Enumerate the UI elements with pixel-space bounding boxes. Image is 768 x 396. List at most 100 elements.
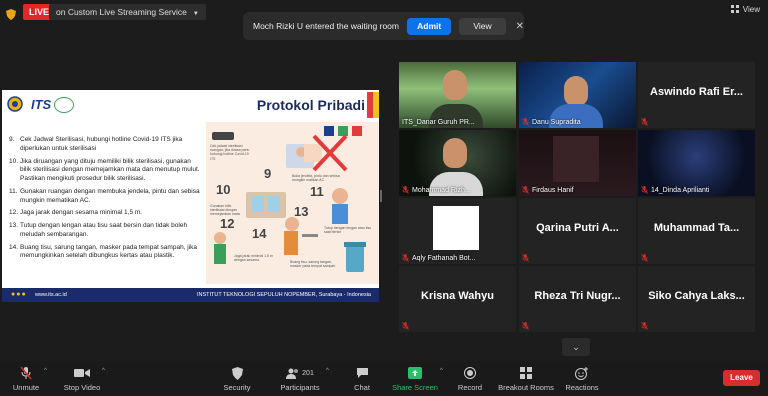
participant-name: Mohammad Rizh... [412, 186, 471, 194]
participant-face [443, 138, 467, 168]
mic-off-icon [522, 254, 529, 262]
breakout-rooms-button[interactable]: Breakout Rooms [498, 366, 554, 392]
mic-off-icon [402, 254, 409, 262]
record-button[interactable]: Record [456, 366, 484, 392]
info-note: Cek jadwal sterilisasi ruangan, jika dir… [210, 144, 250, 161]
title-accent-yellow [373, 92, 379, 118]
mic-off-icon [402, 322, 409, 330]
list-item: 10. Jika diruangan yang dituju memiliki b… [9, 157, 200, 183]
view-waiting-room-button[interactable]: View [459, 17, 506, 35]
info-number: 14 [252, 226, 267, 241]
participant-tile[interactable]: Krisna Wahyu [399, 266, 516, 332]
participants-label: Participants [280, 383, 320, 392]
list-item: 12. Jaga jarak dengan sesama minimal 1,5 … [9, 209, 143, 217]
participant-name-label [641, 118, 651, 126]
mic-off-icon [10, 366, 42, 380]
breakout-rooms-label: Breakout Rooms [498, 383, 554, 392]
participant-tile[interactable]: Danu Supradita [519, 62, 636, 128]
chevron-down-icon: ⌄ [572, 342, 580, 352]
participant-tile[interactable]: Aqly Fathanah Bot... [399, 198, 516, 264]
info-note: Tutup dengan lengan atau tisu saat bersi… [324, 226, 372, 235]
participant-tile[interactable]: Firdaus Hanif [519, 130, 636, 196]
participant-name-label: Aqly Fathanah Bot... [402, 254, 475, 262]
meeting-toolbar: Unmute ^ Stop Video ^ Security 201 Parti… [0, 361, 768, 396]
security-button[interactable]: Security [220, 366, 254, 392]
participant-video-frame [553, 136, 599, 182]
waiting-room-notification: Moch Rizki U entered the waiting room Ad… [243, 12, 524, 40]
admit-button[interactable]: Admit [406, 17, 452, 35]
more-participants-button[interactable]: ⌄ [562, 338, 590, 356]
stream-target-dropdown[interactable]: on Custom Live Streaming Service ▼ [49, 4, 206, 20]
shield-icon[interactable] [6, 7, 16, 20]
its-logo-icon [7, 96, 29, 112]
participant-display-name: Aswindo Rafi Er... [650, 86, 743, 98]
close-icon[interactable]: ✕ [516, 21, 524, 32]
participants-count: 201 [302, 369, 314, 377]
participant-tile[interactable]: 14_Dinda Aprilianti [638, 130, 755, 196]
participant-tile[interactable]: ITS_Danar Guruh PR... [399, 62, 516, 128]
participants-options-caret[interactable]: ^ [326, 368, 329, 374]
participant-face [443, 70, 467, 100]
participants-icon-wrap: 201 [276, 366, 324, 380]
leave-button[interactable]: Leave [723, 370, 760, 386]
view-layout-button[interactable]: View [730, 4, 760, 16]
mic-off-icon [641, 186, 648, 194]
security-label: Security [223, 383, 251, 392]
slide-title: Protokol Pribadi [256, 97, 365, 113]
participant-name: 14_Dinda Aprilianti [651, 186, 710, 194]
participant-face [564, 76, 588, 106]
info-number: 10 [216, 182, 231, 197]
notification-text: Moch Rizki U entered the waiting room [253, 21, 399, 31]
shield-icon [220, 366, 254, 380]
footer-institution: INSTITUT TEKNOLOGI SEPULUH NOPEMBER, Sur… [196, 292, 371, 298]
share-screen-label: Share Screen [392, 383, 438, 392]
info-number: 12 [220, 216, 235, 231]
info-note: Jaga jarak minimal 1,5 m dengan sesama [234, 254, 273, 263]
participant-name: Firdaus Hanif [532, 186, 574, 194]
participants-icon [286, 368, 299, 379]
stop-video-button[interactable]: Stop Video [60, 366, 104, 392]
participants-button[interactable]: 201 Participants [276, 366, 324, 392]
grid-icon [730, 5, 739, 13]
participant-tile[interactable]: Aswindo Rafi Er... [638, 62, 755, 128]
reactions-label: Reactions [565, 383, 599, 392]
participant-tile[interactable]: Qarina Putri A... [519, 198, 636, 264]
participant-video-frame [433, 206, 479, 250]
protocol-infographic: Cek jadwal sterilisasi ruangan, jika dir… [206, 122, 379, 284]
participant-display-name: Siko Cahya Laks... [648, 290, 745, 302]
zoom-meeting-window: LIVE on Custom Live Streaming Service ▼ V… [0, 0, 768, 396]
video-options-caret[interactable]: ^ [102, 368, 105, 374]
participant-name-label: Mohammad Rizh... [402, 186, 471, 194]
participant-name-label [522, 322, 532, 330]
info-number: 11 [310, 184, 324, 199]
partner-logo-icon [54, 97, 74, 113]
mic-off-icon [641, 118, 648, 126]
participant-name-label: 14_Dinda Aprilianti [641, 186, 709, 194]
mic-off-icon [522, 186, 529, 194]
info-note: Gunakan bilik sterilisasi dengan memejam… [210, 204, 240, 217]
breakout-rooms-icon [498, 366, 554, 380]
share-screen-button[interactable]: Share Screen [392, 366, 438, 392]
participant-tile[interactable]: Mohammad Rizh... [399, 130, 516, 196]
unmute-button[interactable]: Unmute [10, 366, 42, 392]
mic-off-icon [522, 322, 529, 330]
share-options-caret[interactable]: ^ [440, 368, 443, 374]
unmute-options-caret[interactable]: ^ [44, 368, 47, 374]
mic-off-icon [522, 118, 529, 126]
mic-off-icon [641, 254, 648, 262]
unmute-label: Unmute [12, 383, 40, 392]
participant-tile[interactable]: Siko Cahya Laks... [638, 266, 755, 332]
reactions-button[interactable]: Reactions [564, 366, 600, 392]
participant-tile[interactable]: Rheza Tri Nugr... [519, 266, 636, 332]
chat-button[interactable]: Chat [350, 366, 374, 392]
participant-name: Danu Supradita [532, 118, 581, 126]
info-number: 9 [264, 166, 272, 181]
split-divider-handle[interactable] [380, 190, 382, 202]
chat-bubble-icon [350, 366, 374, 380]
list-item: 11. Gunakan ruangan dengan membuka jendel… [9, 187, 200, 204]
its-wordmark: ITS [31, 97, 52, 112]
protocol-list: 9. Cek Jadwal Sterilisasi, hubungi hotlin… [9, 136, 201, 265]
footer-website: www.its.ac.id [35, 292, 67, 298]
info-number: 13 [294, 204, 309, 219]
participant-tile[interactable]: Muhammad Ta... [638, 198, 755, 264]
